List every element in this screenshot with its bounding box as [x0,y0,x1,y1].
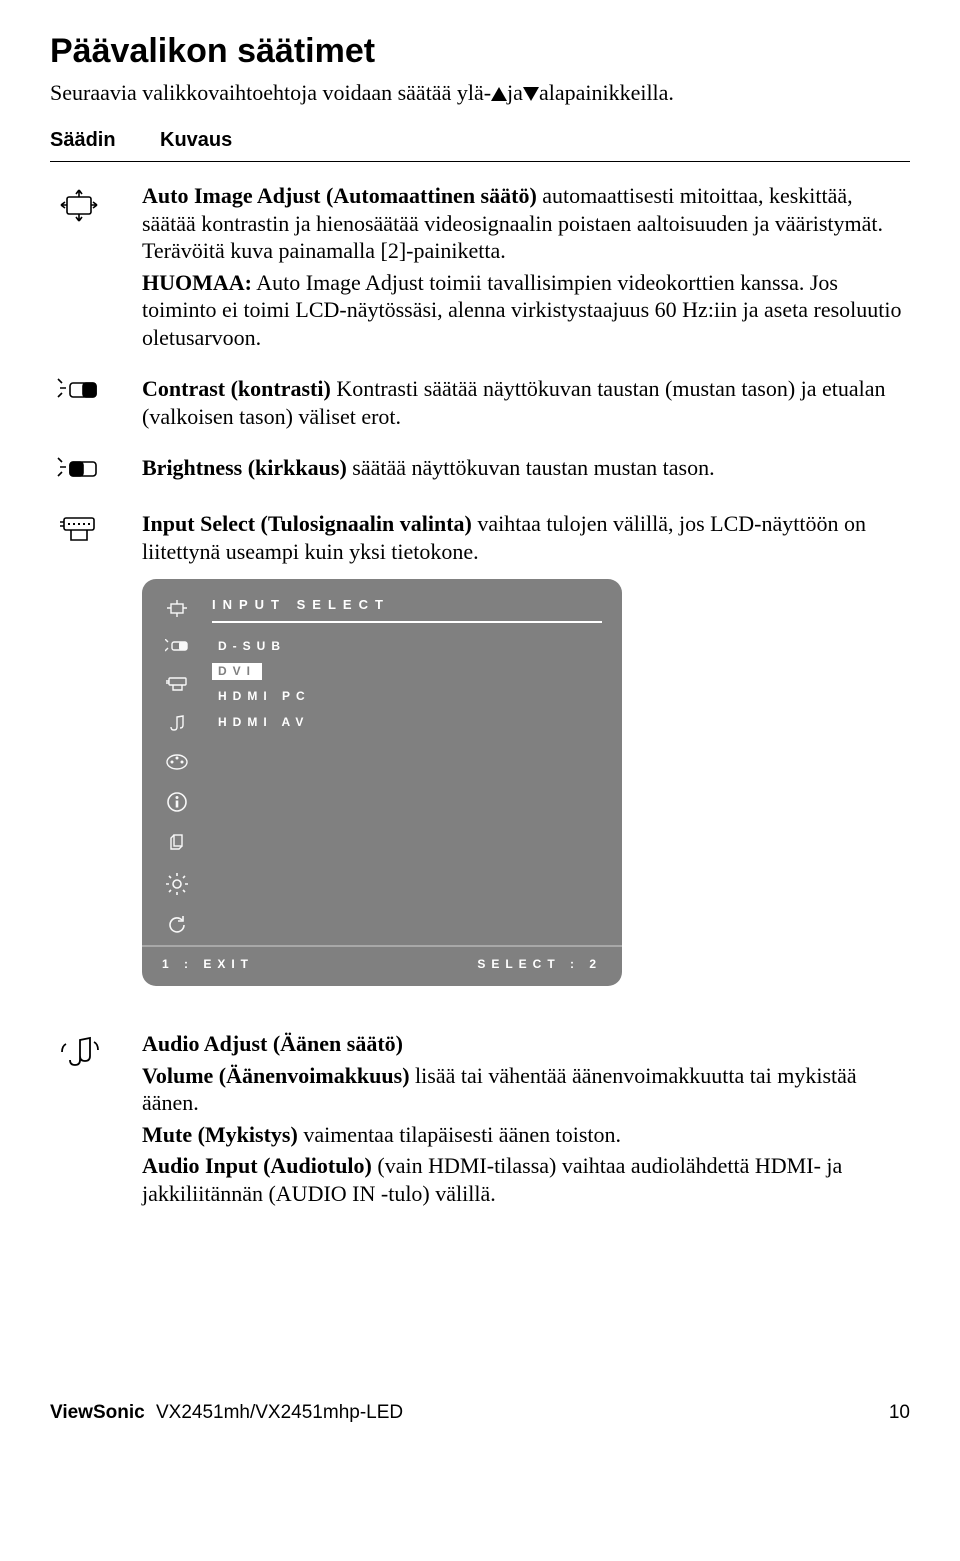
page-footer: ViewSonic VX2451mh/VX2451mhp-LED 10 [50,1401,910,1425]
audio-input-bold: Audio Input (Audiotulo) [142,1153,372,1178]
osd-option-hdmi-pc: HDMI PC [212,687,602,706]
osd-footer-select: SELECT : 2 [477,957,602,972]
osd-color-icon [165,753,189,771]
osd-panel: INPUT SELECT D-SUB DVI HDMI PC HDMI AV 1… [142,579,622,986]
intro-text: Seuraavia valikkovaihtoehtoja voidaan sä… [50,79,910,107]
osd-reset-icon [165,915,189,935]
osd-info-icon [165,791,189,813]
osd-audio-icon [165,713,189,733]
footer-page-number: 10 [889,1401,910,1425]
auto-text2: Auto Image Adjust toimii tavallisimpien … [142,270,901,350]
header-icon: Säädin [50,128,120,153]
contrast-bold: Contrast (kontrasti) [142,376,331,401]
osd-option-hdmi-av: HDMI AV [212,713,602,732]
entry-audio-adjust: Audio Adjust (Äänen säätö) Volume (Äänen… [50,1030,910,1211]
triangle-down-icon [523,87,539,101]
footer-model: VX2451mh/VX2451mhp-LED [156,1402,403,1423]
auto-bold1: Auto Image Adjust (Automaattinen säätö) [142,183,537,208]
intro-mid: ja [507,80,523,105]
input-select-icon [56,512,102,548]
audio-mute-text: vaimentaa tilapäisesti äänen toiston. [298,1122,621,1147]
entry-input-select: Input Select (Tulosignaalin valinta) vai… [50,510,910,1010]
intro-pre: Seuraavia valikkovaihtoehtoja voidaan sä… [50,80,491,105]
osd-footer-exit: 1 : EXIT [162,957,254,972]
brightness-bold: Brightness (kirkkaus) [142,455,347,480]
triangle-up-icon [491,87,507,101]
entry-contrast: Contrast (kontrasti) Kontrasti säätää nä… [50,375,910,434]
osd-title: INPUT SELECT [212,597,602,623]
page-title: Päävalikon säätimet [50,30,910,73]
auto-adjust-icon [56,184,102,226]
brightness-icon [56,456,102,490]
entry-brightness: Brightness (kirkkaus) säätää näyttökuvan… [50,454,910,490]
auto-bold2: HUOMAA: [142,270,252,295]
osd-option-dsub: D-SUB [212,637,602,656]
osd-input-icon [165,675,189,693]
osd-manual-icon [165,833,189,853]
audio-adjust-icon [56,1032,102,1072]
osd-auto-icon [165,599,189,619]
osd-contrast-icon [165,639,189,655]
header-desc: Kuvaus [160,128,232,153]
audio-volume-bold: Volume (Äänenvoimakkuus) [142,1063,410,1088]
audio-mute-bold: Mute (Mykistys) [142,1122,298,1147]
osd-setup-icon [165,873,189,895]
contrast-icon [56,377,102,411]
intro-post: alapainikkeilla. [539,80,674,105]
osd-option-dvi: DVI [212,663,262,680]
osd-sidebar-icons [156,597,198,935]
input-bold: Input Select (Tulosignaalin valinta) [142,511,472,536]
footer-brand: ViewSonic [50,1402,145,1423]
audio-title: Audio Adjust (Äänen säätö) [142,1030,910,1058]
column-headers: Säädin Kuvaus [50,128,910,162]
entry-auto-image-adjust: Auto Image Adjust (Automaattinen säätö) … [50,182,910,355]
brightness-text: säätää näyttökuvan taustan mustan tason. [347,455,715,480]
